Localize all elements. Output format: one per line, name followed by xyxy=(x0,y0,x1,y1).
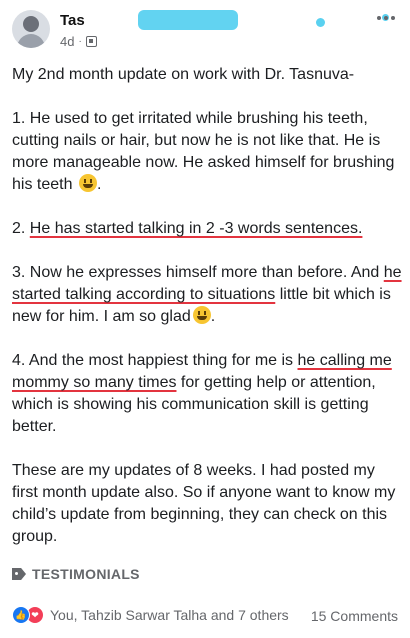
post-body: My 2nd month update on work with Dr. Tas… xyxy=(12,64,402,570)
highlighted-text: He has started talking in 2 -3 words sen… xyxy=(29,220,363,237)
meta-separator: · xyxy=(78,36,82,47)
redaction-mark xyxy=(138,10,238,30)
reactions-summary[interactable]: 👍 ❤ You, Tahzib Sarwar Talha and 7 other… xyxy=(12,606,289,624)
post-paragraph-3: 3. Now he expresses himself more than be… xyxy=(12,264,402,325)
tag-icon xyxy=(12,568,26,580)
post-time[interactable]: 4d xyxy=(60,34,74,49)
topic-tag[interactable]: TESTIMONIALS xyxy=(12,566,140,582)
post-paragraph-2: 2. He has started talking in 2 -3 words … xyxy=(12,220,363,237)
smile-emoji-icon xyxy=(78,174,97,192)
reactions-text: You, Tahzib Sarwar Talha and 7 others xyxy=(50,607,289,623)
post-paragraph-4: 4. And the most happiest thing for me is… xyxy=(12,352,392,435)
grin-emoji-icon xyxy=(192,306,211,324)
post-intro: My 2nd month update on work with Dr. Tas… xyxy=(12,66,355,83)
comments-count[interactable]: 15 Comments xyxy=(311,608,398,624)
post-paragraph-1: 1. He used to get irritated while brushi… xyxy=(12,110,395,193)
post-meta: 4d · xyxy=(60,34,97,49)
post-footer: 👍 ❤ You, Tahzib Sarwar Talha and 7 other… xyxy=(0,604,410,628)
topic-tag-label: TESTIMONIALS xyxy=(32,566,140,582)
privacy-icon xyxy=(85,36,97,47)
more-icon xyxy=(377,16,381,20)
avatar[interactable] xyxy=(12,10,50,48)
post-closing: These are my updates of 8 weeks. I had p… xyxy=(12,462,396,545)
post-header: Tas 4d · xyxy=(0,0,410,60)
author-name[interactable]: Tas xyxy=(60,12,85,30)
more-options-button[interactable] xyxy=(374,8,398,28)
like-reaction-icon: 👍 xyxy=(12,606,30,624)
redaction-dot xyxy=(316,18,325,27)
